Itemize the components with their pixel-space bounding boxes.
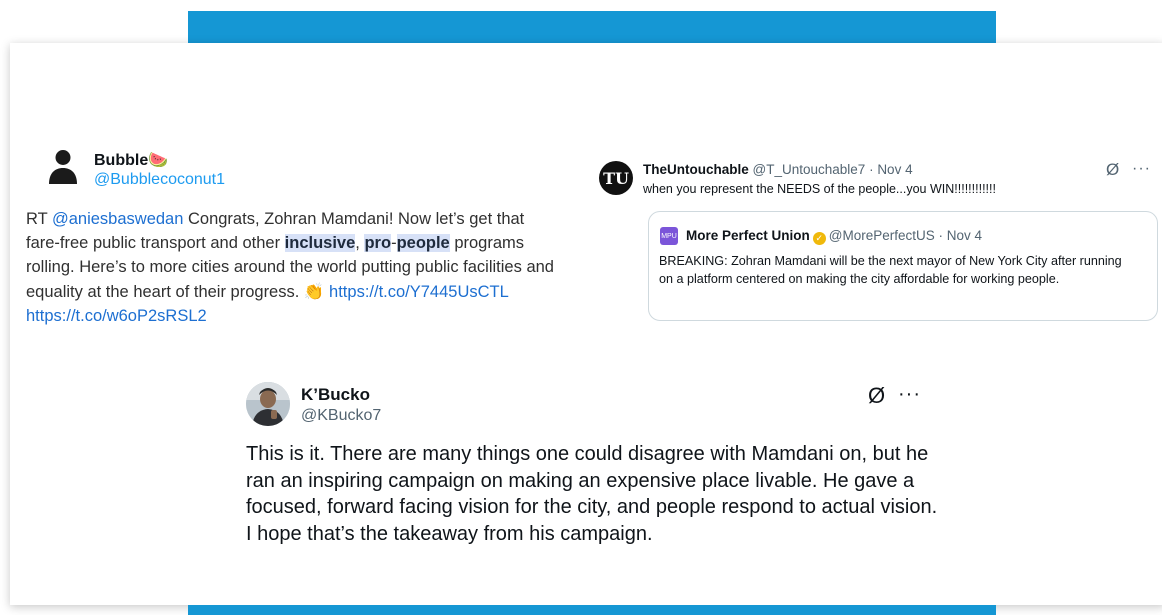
quoted-tweet-avatar[interactable]: MPU — [660, 227, 678, 245]
highlight-people: people — [396, 234, 450, 253]
tweet2-date[interactable]: Nov 4 — [877, 162, 912, 177]
tweet3-body: This is it. There are many things one co… — [246, 443, 938, 545]
tweet3-author-name[interactable]: K’Bucko — [301, 385, 370, 405]
tweet1-link-2[interactable]: https://t.co/w6oP2sRSL2 — [26, 307, 207, 325]
quoted-tweet-author-name[interactable]: More Perfect Union — [686, 228, 810, 243]
tweet1-author-name[interactable]: Bubble🍉 — [94, 150, 168, 170]
tweet2-author-handle[interactable]: @T_Untouchable7 — [753, 162, 866, 177]
tweet2-body: when you represent the NEEDS of the peop… — [643, 182, 996, 196]
mention-link[interactable]: @aniesbaswedan — [52, 210, 183, 228]
tweet3-author-handle[interactable]: @KBucko7 — [301, 407, 381, 425]
more-options-icon[interactable]: ··· — [1132, 160, 1151, 178]
tweet1-dash: - — [391, 234, 397, 253]
top-accent-bar — [188, 11, 996, 43]
tweet1-body: RT @aniesbaswedan Congrats, Zohran Mamda… — [26, 207, 556, 328]
quoted-tweet-date[interactable]: Nov 4 — [947, 228, 982, 243]
tweet2-separator: · — [865, 162, 878, 177]
retweet-prefix: RT — [26, 210, 52, 228]
quoted-tweet-header: More Perfect Union ✓ @MorePerfectUS · Nov … — [686, 228, 982, 245]
tweet1-name-text: Bubble — [94, 152, 149, 169]
grok-icon[interactable]: Ø — [1106, 160, 1119, 180]
tweet2-avatar[interactable]: TU — [599, 161, 633, 195]
verified-badge-icon: ✓ — [812, 232, 826, 245]
tweet2-header: TheUntouchable @T_Untouchable7 · Nov 4 — [643, 162, 913, 177]
default-avatar-icon[interactable] — [47, 149, 79, 185]
tweet2-author-name[interactable]: TheUntouchable — [643, 162, 749, 177]
highlight-pro: pro — [364, 234, 392, 253]
clapping-hands-emoji-icon: 👏 — [303, 282, 325, 301]
watermelon-emoji-icon: 🍉 — [148, 152, 169, 169]
bottom-accent-bar — [188, 605, 996, 615]
highlight-inclusive: inclusive — [284, 234, 356, 253]
tweet1-author-handle[interactable]: @Bubblecoconut1 — [94, 171, 225, 189]
tweet1-link-1[interactable]: https://t.co/Y7445UsCTL — [329, 283, 508, 301]
quoted-tweet-body: BREAKING: Zohran Mamdani will be the nex… — [659, 254, 1122, 286]
tweet3-avatar[interactable] — [246, 382, 290, 426]
tweet1-comma: , — [355, 234, 360, 253]
quoted-tweet-handle[interactable]: @MorePerfectUS — [829, 228, 935, 243]
more-options-icon[interactable]: ··· — [898, 383, 921, 406]
quoted-tweet-separator: · — [934, 228, 947, 243]
grok-icon[interactable]: Ø — [868, 383, 885, 409]
